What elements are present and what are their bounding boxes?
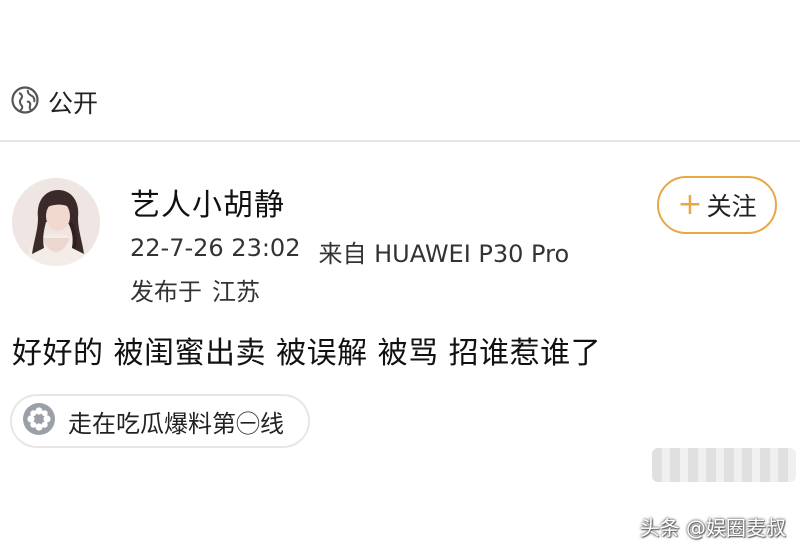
section-divider (0, 140, 800, 142)
avatar[interactable] (12, 178, 100, 266)
privacy-label: 公开 (48, 89, 99, 118)
watermark: 头条 @娱圈麦叔 (639, 516, 786, 540)
post-location: 发布于 江苏 (130, 272, 260, 307)
post-timestamp: 22-7-26 23:02 (130, 234, 301, 262)
topic-chip[interactable]: 走在吃瓜爆料第㊀线 (10, 394, 310, 448)
location-prefix: 发布于 (130, 278, 202, 306)
topic-label: 走在吃瓜爆料第㊀线 (68, 409, 284, 438)
plus-icon: + (677, 187, 703, 222)
topic-flower-icon (22, 402, 56, 440)
post-source: 来自 HUAWEI P30 Pro (318, 240, 570, 268)
location-value: 江苏 (212, 278, 260, 306)
follow-button[interactable]: + 关注 (657, 176, 777, 234)
post-meta: 22-7-26 23:02 来自 HUAWEI P30 Pro (130, 234, 569, 269)
author-name[interactable]: 艺人小胡静 (130, 180, 285, 224)
follow-label: 关注 (706, 192, 757, 221)
blurred-content (652, 448, 796, 482)
post-body: 好好的 被闺蜜出卖 被误解 被骂 招谁惹谁了 (12, 336, 602, 371)
privacy-indicator[interactable]: 公开 (10, 84, 98, 120)
globe-icon (10, 85, 40, 119)
